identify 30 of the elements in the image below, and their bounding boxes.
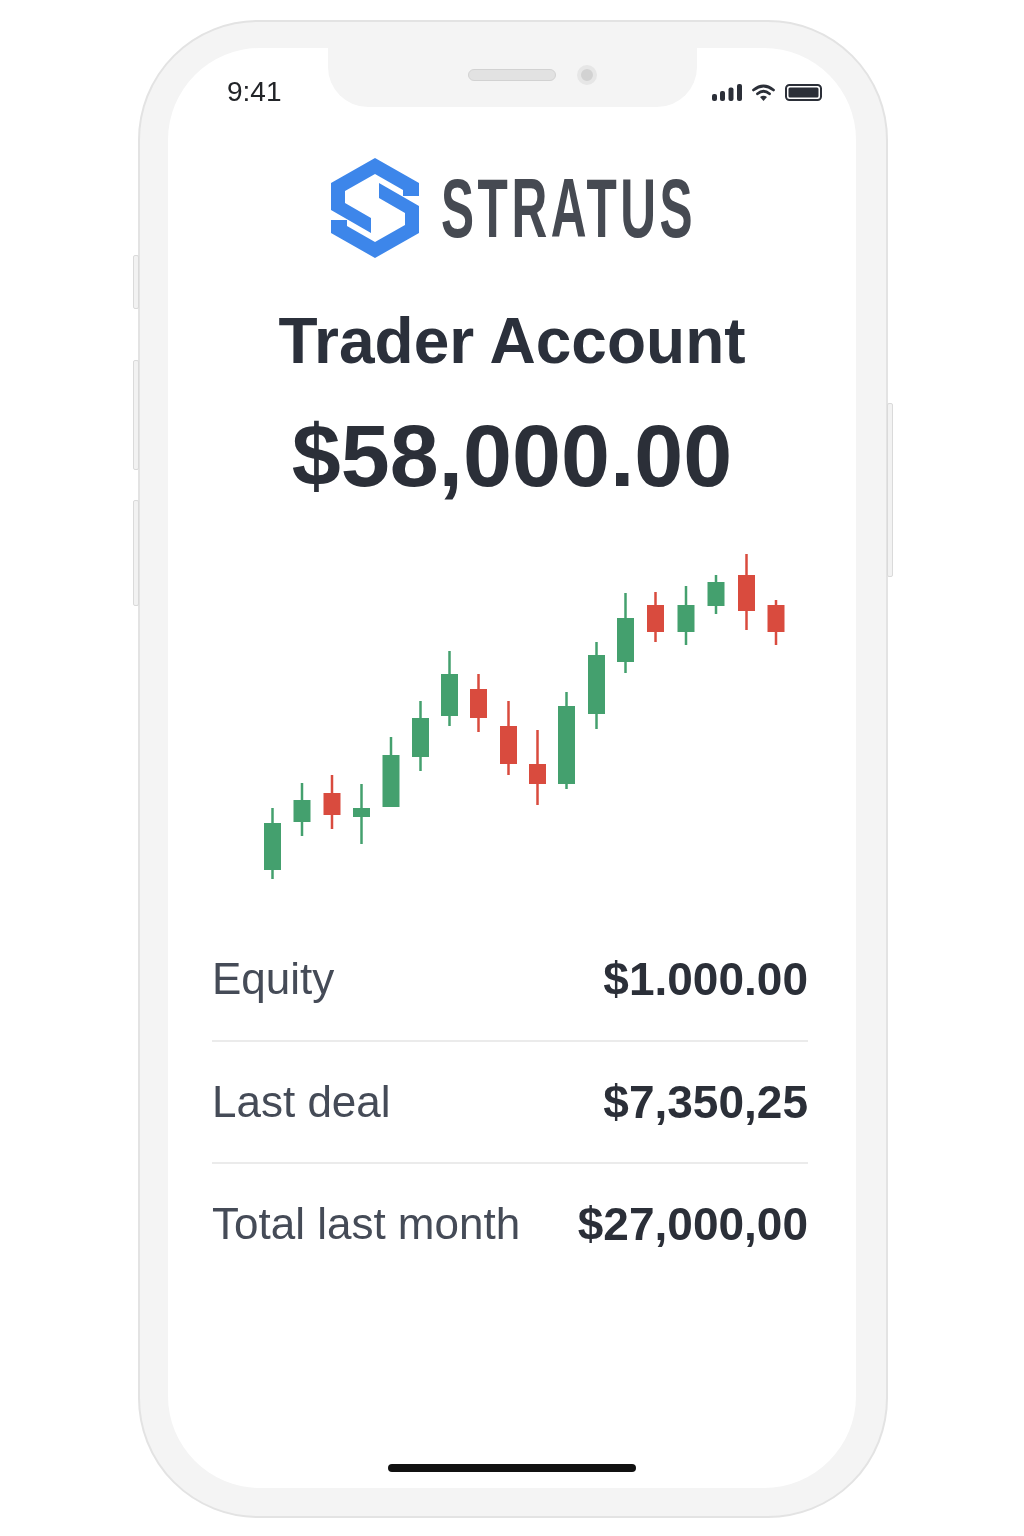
candlestick — [382, 737, 400, 807]
stat-value: $27,000,00 — [577, 1197, 808, 1251]
side-button[interactable] — [887, 403, 893, 577]
account-balance: $58,000.00 — [291, 406, 733, 506]
side-button[interactable] — [133, 255, 139, 309]
account-title: Trader Account — [278, 304, 746, 379]
brand-name: STRATUS — [440, 176, 696, 240]
candlestick — [647, 592, 664, 642]
stat-label: Equity — [212, 953, 335, 1005]
candlestick — [677, 586, 695, 645]
camera-icon — [577, 65, 597, 85]
candlestick — [412, 701, 429, 771]
stat-label: Last deal — [212, 1076, 391, 1128]
status-time: 9:41 — [227, 78, 282, 106]
candlestick — [767, 600, 785, 645]
candlestick — [323, 775, 341, 829]
stat-value: $1.000.00 — [603, 952, 808, 1006]
wifi-icon — [752, 83, 775, 101]
signal-icon — [712, 83, 742, 101]
logo-icon — [330, 158, 419, 258]
stat-value: $7,350,25 — [603, 1075, 808, 1129]
candlestick — [353, 784, 370, 844]
battery-icon — [785, 83, 822, 101]
candlestick — [293, 783, 311, 836]
candlestick — [470, 674, 487, 732]
stat-label: Total last month — [212, 1198, 521, 1250]
candlestick — [707, 575, 725, 614]
side-button[interactable] — [133, 500, 139, 606]
side-button[interactable] — [133, 360, 139, 470]
candlestick — [264, 808, 281, 879]
